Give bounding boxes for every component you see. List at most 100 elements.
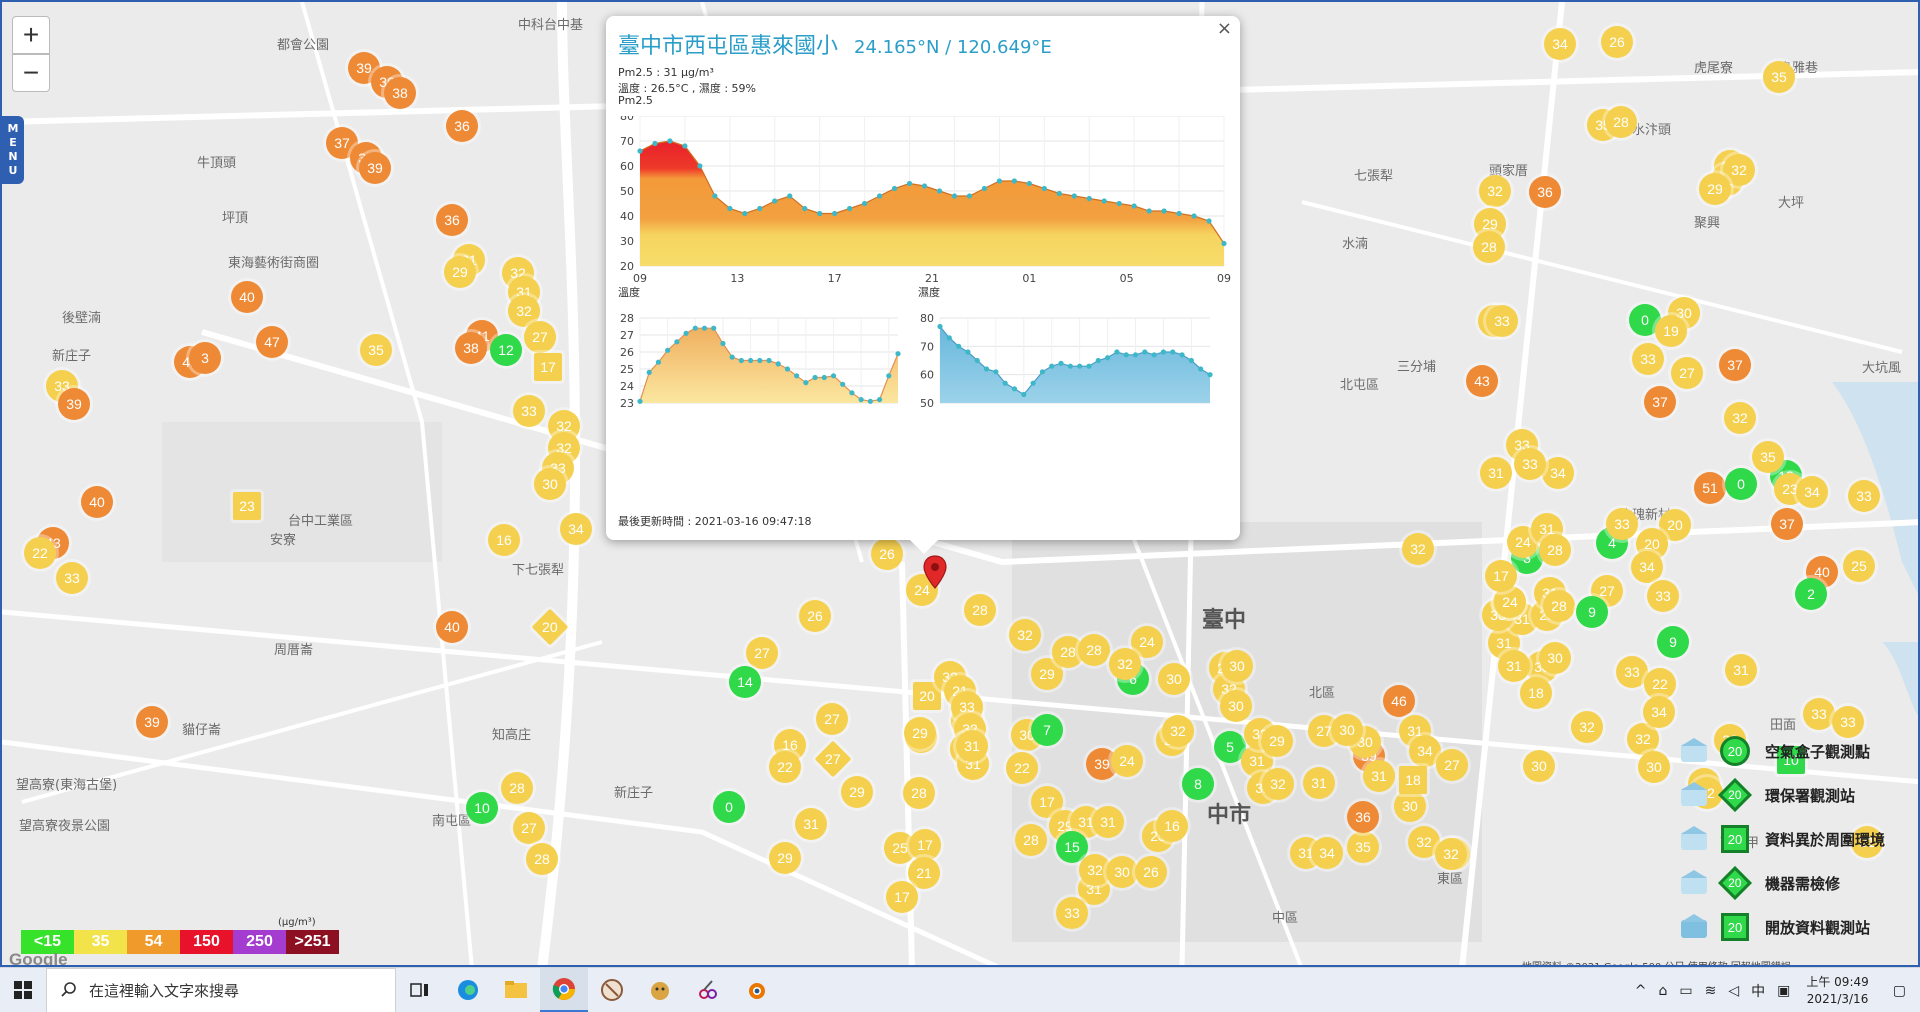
station-marker[interactable]: 19 [1655, 315, 1687, 347]
station-marker[interactable]: 29 [1261, 725, 1293, 757]
taskbar-clock[interactable]: 上午 09:49 2021/3/16 [1806, 974, 1868, 1008]
station-marker[interactable]: 32 [1162, 715, 1194, 747]
station-marker[interactable]: 31 [1725, 654, 1757, 686]
station-marker[interactable]: 18 [1520, 677, 1552, 709]
station-marker[interactable]: 39 [136, 706, 168, 738]
station-marker[interactable]: 28 [1543, 590, 1575, 622]
station-marker[interactable]: 30 [1221, 650, 1253, 682]
station-marker[interactable]: 7 [1031, 714, 1063, 746]
zoom-in-button[interactable]: + [12, 16, 50, 54]
station-marker[interactable]: 33 [56, 562, 88, 594]
station-marker[interactable]: 33 [1606, 508, 1638, 540]
station-marker[interactable]: 3 [189, 342, 221, 374]
station-marker[interactable]: 2 [1795, 578, 1827, 610]
taskbar-search-box[interactable]: 在這裡輸入文字來搜尋 [46, 967, 396, 1012]
station-marker[interactable]: 28 [964, 594, 996, 626]
station-marker[interactable]: 40 [231, 281, 263, 313]
file-explorer-icon[interactable] [492, 968, 540, 1012]
station-marker[interactable]: 30 [1539, 642, 1571, 674]
zoom-out-button[interactable]: − [12, 54, 50, 92]
station-marker[interactable]: 35 [360, 334, 392, 366]
station-marker[interactable]: 29 [1699, 173, 1731, 205]
network-icon[interactable]: ⌂ [1658, 983, 1667, 999]
notification-icon[interactable]: ▢ [1893, 983, 1906, 999]
station-marker[interactable]: 27 [746, 637, 778, 669]
menu-tab[interactable]: MENU [2, 116, 24, 184]
station-marker[interactable]: 21 [908, 857, 940, 889]
app-snipping-icon[interactable] [684, 968, 732, 1012]
station-marker[interactable]: 10 [466, 792, 498, 824]
station-marker[interactable]: 31 [1480, 457, 1512, 489]
station-marker[interactable]: 37 [1771, 508, 1803, 540]
station-marker[interactable]: 34 [1631, 551, 1663, 583]
station-marker[interactable]: 37 [1644, 386, 1676, 418]
station-marker[interactable]: 28 [1015, 824, 1047, 856]
station-marker[interactable]: 36 [1347, 801, 1379, 833]
station-marker[interactable]: 16 [488, 524, 520, 556]
station-marker[interactable]: 17 [886, 881, 918, 913]
station-marker[interactable]: 31 [956, 730, 988, 762]
station-marker[interactable]: 27 [816, 703, 848, 735]
station-marker[interactable]: 30 [1523, 750, 1555, 782]
station-marker[interactable]: 29 [904, 717, 936, 749]
station-marker[interactable]: 30 [534, 468, 566, 500]
station-marker[interactable]: 16 [1156, 810, 1188, 842]
station-marker[interactable]: 22 [769, 751, 801, 783]
station-marker[interactable]: 17 [1485, 560, 1517, 592]
station-marker[interactable]: 32 [1479, 175, 1511, 207]
station-marker[interactable]: 38 [455, 332, 487, 364]
station-marker[interactable]: 27 [1436, 749, 1468, 781]
station-marker[interactable]: 30 [1638, 751, 1670, 783]
station-marker[interactable]: 51 [1694, 472, 1726, 504]
station-marker[interactable]: 26 [799, 600, 831, 632]
station-marker[interactable]: 32 [1109, 648, 1141, 680]
chrome-browser-icon[interactable] [540, 967, 588, 1012]
edge-browser-icon[interactable] [444, 968, 492, 1012]
station-marker[interactable]: 40 [81, 486, 113, 518]
station-marker[interactable]: 34 [1542, 457, 1574, 489]
station-marker[interactable]: 25 [1843, 550, 1875, 582]
station-marker[interactable]: 34 [1643, 696, 1675, 728]
station-marker[interactable]: 46 [1383, 685, 1415, 717]
station-marker[interactable]: 22 [1006, 752, 1038, 784]
station-marker[interactable]: 18 [1399, 766, 1427, 794]
station-marker[interactable]: 35 [1347, 831, 1379, 863]
station-marker[interactable]: 33 [1486, 305, 1518, 337]
station-marker[interactable]: 28 [1473, 231, 1505, 263]
station-marker[interactable]: 28 [501, 772, 533, 804]
station-marker[interactable]: 36 [436, 204, 468, 236]
station-marker[interactable]: 31 [1498, 650, 1530, 682]
battery-icon[interactable]: ▭ [1679, 983, 1692, 999]
station-marker[interactable]: 38 [384, 77, 416, 109]
station-marker[interactable]: 24 [1111, 745, 1143, 777]
station-marker[interactable]: 27 [524, 321, 556, 353]
station-marker[interactable]: 35 [1763, 61, 1795, 93]
app-compass-icon[interactable] [588, 968, 636, 1012]
volume-icon[interactable]: ◁ [1728, 983, 1739, 999]
station-marker[interactable]: 14 [729, 666, 761, 698]
station-marker[interactable]: 37 [1719, 349, 1751, 381]
station-marker[interactable]: 32 [1571, 711, 1603, 743]
station-marker[interactable]: 30 [1158, 663, 1190, 695]
station-marker[interactable]: 47 [256, 326, 288, 358]
station-marker[interactable]: 26 [1135, 856, 1167, 888]
station-marker[interactable]: 36 [1529, 176, 1561, 208]
app-animal-icon[interactable] [636, 968, 684, 1012]
station-marker[interactable]: 36 [446, 110, 478, 142]
station-marker[interactable]: 27 [1671, 357, 1703, 389]
station-marker[interactable]: 27 [513, 812, 545, 844]
station-marker[interactable]: 33 [1056, 897, 1088, 929]
station-marker[interactable]: 23 [233, 492, 261, 520]
station-marker[interactable]: 35 [1752, 441, 1784, 473]
station-marker[interactable]: 39 [58, 388, 90, 420]
station-marker[interactable]: 31 [1303, 767, 1335, 799]
station-marker[interactable]: 30 [1106, 856, 1138, 888]
station-marker[interactable]: 12 [490, 334, 522, 366]
station-marker[interactable]: 32 [1435, 838, 1467, 870]
station-marker[interactable]: 34 [1796, 476, 1828, 508]
station-marker[interactable]: 8 [1182, 768, 1214, 800]
station-marker[interactable]: 17 [534, 353, 562, 381]
station-marker[interactable]: 33 [1803, 698, 1835, 730]
station-marker[interactable]: 28 [526, 843, 558, 875]
station-marker[interactable]: 34 [1544, 28, 1576, 60]
